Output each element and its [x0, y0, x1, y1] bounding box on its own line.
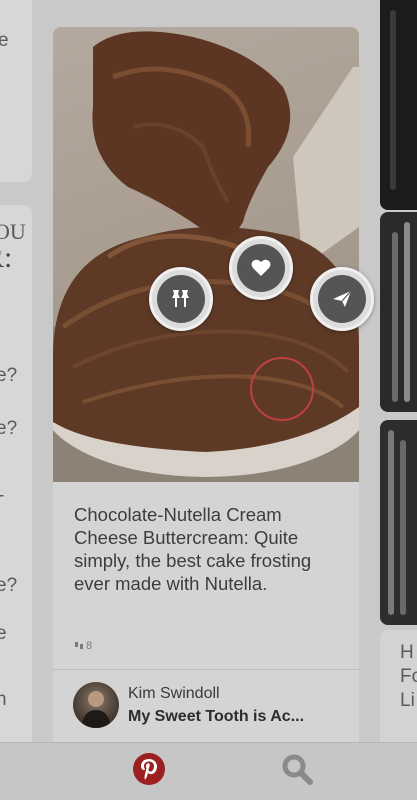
card-divider: [53, 669, 359, 670]
pin-card-main[interactable]: Chocolate-Nutella Cream Cheese Buttercre…: [53, 27, 359, 742]
pin-text-fragment: e: [0, 30, 9, 51]
board-name[interactable]: My Sweet Tooth is Ac...: [128, 708, 304, 726]
pinner-name[interactable]: Kim Swindoll: [128, 685, 220, 703]
pin-text-fragment: -: [0, 485, 4, 507]
pin-text-fragment: e?: [0, 365, 18, 386]
pin-feed[interactable]: e OU R: e? e? - e? e n: [0, 0, 417, 742]
pin-it-button[interactable]: [149, 267, 213, 331]
heart-icon: [237, 244, 285, 292]
pin-text-fragment: e: [0, 623, 7, 644]
bottom-tab-bar: [0, 742, 417, 800]
pin-card-right-3[interactable]: [380, 420, 417, 625]
pin-text-fragment: Li: [400, 690, 415, 711]
repin-icon: [75, 642, 83, 649]
pin-card-right-4[interactable]: H Fo Li: [380, 630, 417, 742]
avatar[interactable]: [73, 682, 119, 728]
pin-text-fragment: H: [400, 642, 414, 663]
pin-card-left-2[interactable]: OU R: e? e? - e? e n: [0, 205, 32, 742]
pin-image[interactable]: [53, 27, 359, 482]
pin-text-fragment: e?: [0, 418, 18, 439]
frosting-photo: [53, 31, 359, 482]
repin-count-value: 8: [86, 640, 93, 652]
pin-description[interactable]: Chocolate-Nutella Cream Cheese Buttercre…: [74, 503, 342, 595]
like-button[interactable]: [229, 236, 293, 300]
send-icon: [318, 275, 366, 323]
touch-indicator: [250, 357, 314, 421]
repin-count: 8: [74, 640, 92, 652]
pin-text-fragment: Fo: [400, 666, 417, 687]
search-icon[interactable]: [280, 752, 314, 786]
pin-image-fragment: [400, 440, 406, 615]
pin-text-fragment: R:: [0, 241, 13, 274]
pin-image-fragment: [404, 222, 410, 402]
pin-text-fragment: n: [0, 689, 7, 710]
pin-text-fragment: e?: [0, 575, 18, 596]
pin-image-fragment: [392, 232, 398, 402]
avatar-photo: [81, 691, 111, 728]
pin-image-fragment: [388, 430, 394, 615]
pin-card-right-1[interactable]: [380, 0, 417, 210]
send-button[interactable]: [310, 267, 374, 331]
pin-image-fragment: [390, 10, 396, 190]
pin-card-left-1[interactable]: e: [0, 0, 32, 182]
pin-card-right-2[interactable]: [380, 212, 417, 412]
pin-it-icon: [157, 275, 205, 323]
pinterest-logo-icon[interactable]: [133, 753, 165, 785]
